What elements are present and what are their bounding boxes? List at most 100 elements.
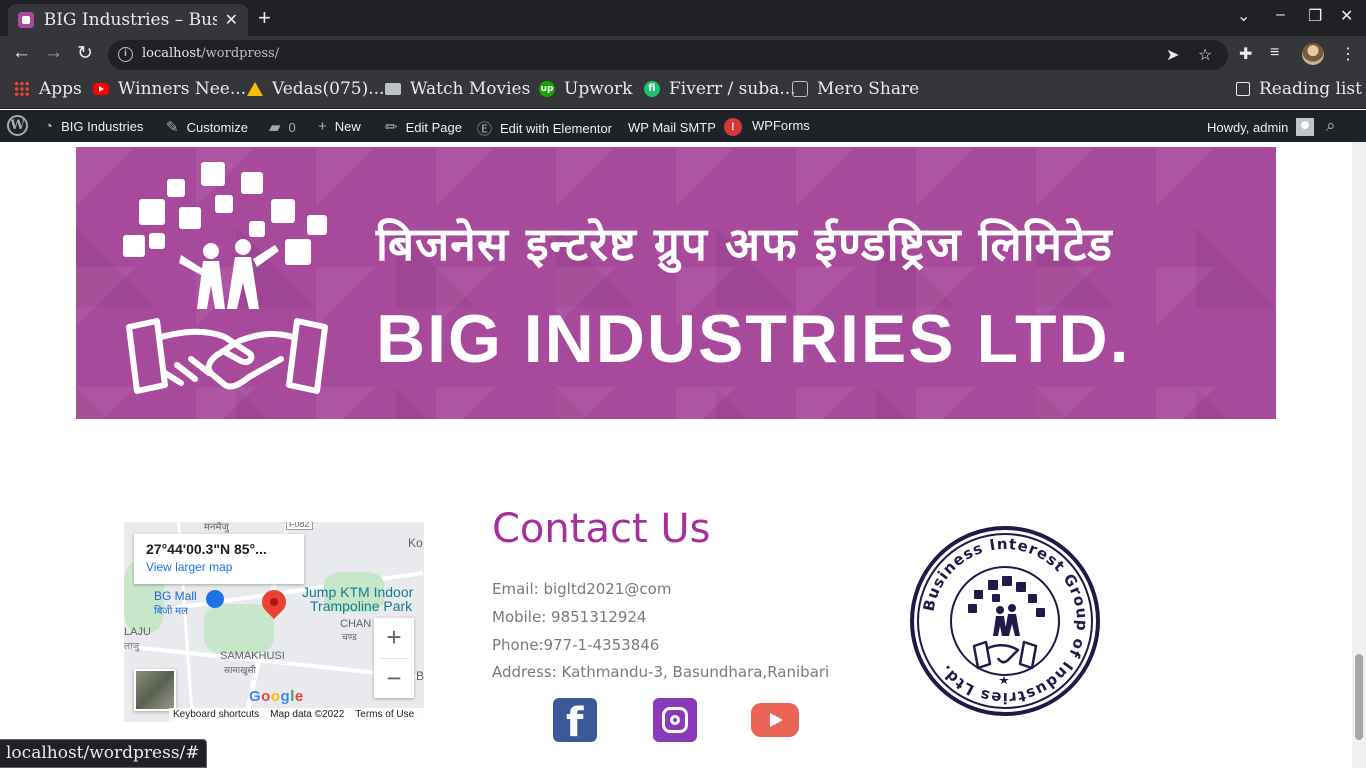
admin-customize[interactable]: ✎ Customize bbox=[166, 118, 248, 136]
elementor-icon: Ⓔ bbox=[477, 121, 493, 138]
youtube-link[interactable] bbox=[751, 703, 799, 737]
bookmark-winners[interactable]: Winners Nee... bbox=[93, 79, 246, 99]
smtp-alert-badge: ! bbox=[723, 118, 742, 136]
dashboard-icon: ◔ bbox=[44, 118, 54, 135]
site-info-icon[interactable]: i bbox=[118, 47, 133, 62]
reading-list-icon bbox=[1236, 82, 1250, 96]
back-icon[interactable]: ← bbox=[12, 42, 31, 64]
big-industries-logo bbox=[123, 162, 328, 394]
minimize-icon[interactable]: – bbox=[1276, 6, 1285, 24]
close-window-icon[interactable]: ✕ bbox=[1340, 6, 1353, 26]
bookmark-mero-share[interactable]: Mero Share bbox=[792, 79, 919, 99]
browser-tab[interactable]: BIG Industries – Busin ✕ bbox=[8, 4, 248, 36]
admin-howdy-label: Howdy, admin bbox=[1207, 119, 1289, 135]
media-control-icon[interactable]: ≡ bbox=[1270, 44, 1279, 62]
wordpress-logo-icon[interactable]: W bbox=[7, 115, 28, 136]
page-scrollbar[interactable] bbox=[1352, 142, 1366, 768]
map-coordinates: 27°44'00.3"N 85°... bbox=[146, 541, 267, 557]
comment-icon: ▰ bbox=[269, 119, 281, 136]
reload-icon[interactable]: ↻ bbox=[77, 42, 93, 65]
admin-site-name[interactable]: ◔ BIG Industries bbox=[44, 118, 143, 135]
forward-icon[interactable]: → bbox=[44, 42, 63, 64]
admin-new[interactable]: + New bbox=[318, 118, 361, 135]
wp-admin-bar: W ◔ BIG Industries ✎ Customize ▰ 0 + New ✏ Ed… bbox=[0, 110, 1366, 142]
map-zoom-controls: + − bbox=[374, 618, 414, 698]
contact-address: Address: Kathmandu-3, Basundhara,Ranibar… bbox=[492, 663, 830, 681]
banner-nepali-name: बिजनेस इन्टरेष्ट ग्रुप अफ ईण्डष्ट्रिज लि… bbox=[376, 217, 1113, 271]
reading-list-label: Reading list bbox=[1259, 79, 1362, 99]
bookmark-label: Fiverr / suba... bbox=[669, 79, 796, 99]
brush-icon: ✎ bbox=[166, 119, 179, 136]
bookmarks-bar: Apps Winners Nee... Vedas(075)... Watch … bbox=[0, 74, 1366, 109]
youtube-icon bbox=[93, 83, 109, 95]
google-drive-icon bbox=[247, 82, 263, 96]
admin-account[interactable]: Howdy, admin bbox=[1207, 118, 1315, 136]
admin-customize-label: Customize bbox=[186, 119, 248, 135]
menu-icon[interactable]: ⋮ bbox=[1340, 44, 1356, 64]
view-larger-map-link[interactable]: View larger map bbox=[146, 560, 292, 574]
map-label-jump: Jump KTM Indoor bbox=[302, 584, 414, 600]
map-label-chan: CHAN bbox=[340, 618, 372, 630]
instagram-link[interactable] bbox=[653, 698, 697, 742]
admin-wpforms[interactable]: WPForms bbox=[752, 118, 810, 133]
close-tab-icon[interactable]: ✕ bbox=[225, 10, 238, 30]
facebook-icon: f bbox=[566, 700, 584, 746]
bookmark-upwork[interactable]: up Upwork bbox=[539, 79, 632, 99]
tab-strip: BIG Industries – Busin ✕ + ⌄ – ❐ ✕ bbox=[0, 0, 1366, 36]
url-path: /wordpress/ bbox=[201, 46, 280, 61]
keyboard-shortcuts-link[interactable]: Keyboard shortcuts bbox=[173, 708, 259, 722]
folder-icon bbox=[385, 83, 401, 95]
tab-search-icon[interactable]: ⌄ bbox=[1237, 6, 1250, 26]
bookmark-star-icon[interactable]: ☆ bbox=[1198, 45, 1212, 65]
page-content: बिजनेस इन्टरेष्ट ग्रुप अफ ईण्डष्ट्रिज लि… bbox=[0, 142, 1352, 768]
map-label-bg-mall-np: बिजी मल bbox=[154, 606, 188, 617]
admin-elementor[interactable]: Ⓔ Edit with Elementor bbox=[477, 118, 612, 139]
status-url-bubble: localhost/wordpress/# bbox=[0, 739, 207, 768]
map-label-samakhusi-np: सामाखुसी bbox=[224, 665, 256, 675]
admin-edit-page[interactable]: ✏ Edit Page bbox=[385, 118, 462, 136]
reading-list-button[interactable]: Reading list bbox=[1236, 79, 1362, 99]
admin-wpforms-label: WPForms bbox=[752, 118, 810, 133]
admin-search-icon[interactable]: ⌕ bbox=[1326, 116, 1336, 136]
admin-comments-count: 0 bbox=[288, 119, 296, 135]
mero-share-icon bbox=[792, 81, 808, 97]
admin-wp-mail-smtp[interactable]: WP Mail SMTP! bbox=[628, 118, 742, 136]
bookmark-apps[interactable]: Apps bbox=[14, 79, 82, 99]
contact-phone: Phone:977-1-4353846 bbox=[492, 636, 660, 654]
profile-avatar[interactable] bbox=[1302, 43, 1324, 65]
browser-toolbar: ← → ↻ i localhost/wordpress/ ➤ ☆ ✚ ≡ ⋮ bbox=[0, 36, 1366, 74]
bookmark-watch-movies[interactable]: Watch Movies bbox=[385, 79, 530, 99]
scrollbar-thumb[interactable] bbox=[1355, 654, 1363, 740]
new-tab-icon[interactable]: + bbox=[258, 5, 271, 31]
map-road-shield: F082 bbox=[286, 522, 313, 530]
map-label-ko: Ko bbox=[408, 536, 423, 550]
admin-smtp-label: WP Mail SMTP bbox=[628, 119, 716, 135]
site-favicon-icon bbox=[18, 12, 34, 28]
address-bar[interactable]: i localhost/wordpress/ ➤ ☆ bbox=[108, 40, 1228, 70]
satellite-toggle[interactable] bbox=[134, 669, 176, 711]
url-host: localhost bbox=[142, 46, 202, 61]
bookmark-fiverr[interactable]: fi Fiverr / suba... bbox=[644, 79, 796, 99]
restore-icon[interactable]: ❐ bbox=[1308, 6, 1322, 26]
bookmark-vedas[interactable]: Vedas(075)... bbox=[247, 79, 384, 99]
location-map[interactable]: मनमैजु F082 Ko BG Mall बिजी मल Jump KTM … bbox=[124, 522, 424, 722]
terms-of-use-link[interactable]: Terms of Use bbox=[355, 708, 414, 722]
shopping-bag-icon bbox=[206, 590, 224, 608]
zoom-out-button[interactable]: − bbox=[374, 659, 414, 699]
map-label-samakhusi: SAMAKHUSI bbox=[220, 650, 285, 662]
extensions-icon[interactable]: ✚ bbox=[1239, 44, 1252, 64]
google-logo: Google bbox=[249, 688, 304, 705]
instagram-icon bbox=[662, 707, 688, 733]
send-to-device-icon[interactable]: ➤ bbox=[1166, 45, 1179, 65]
bookmark-label: Watch Movies bbox=[410, 79, 531, 99]
facebook-link[interactable]: f bbox=[553, 698, 597, 746]
bookmark-label: Vedas(075)... bbox=[272, 79, 385, 99]
zoom-in-button[interactable]: + bbox=[374, 618, 414, 658]
address-text: localhost/wordpress/ bbox=[142, 46, 279, 61]
plus-icon: + bbox=[318, 118, 327, 135]
admin-avatar bbox=[1296, 118, 1315, 136]
admin-comments[interactable]: ▰ 0 bbox=[269, 118, 296, 136]
map-label-bg-mall: BG Mall bbox=[154, 589, 197, 603]
contact-title: Contact Us bbox=[492, 506, 711, 552]
map-data-attribution: Map data ©2022 bbox=[270, 709, 345, 720]
